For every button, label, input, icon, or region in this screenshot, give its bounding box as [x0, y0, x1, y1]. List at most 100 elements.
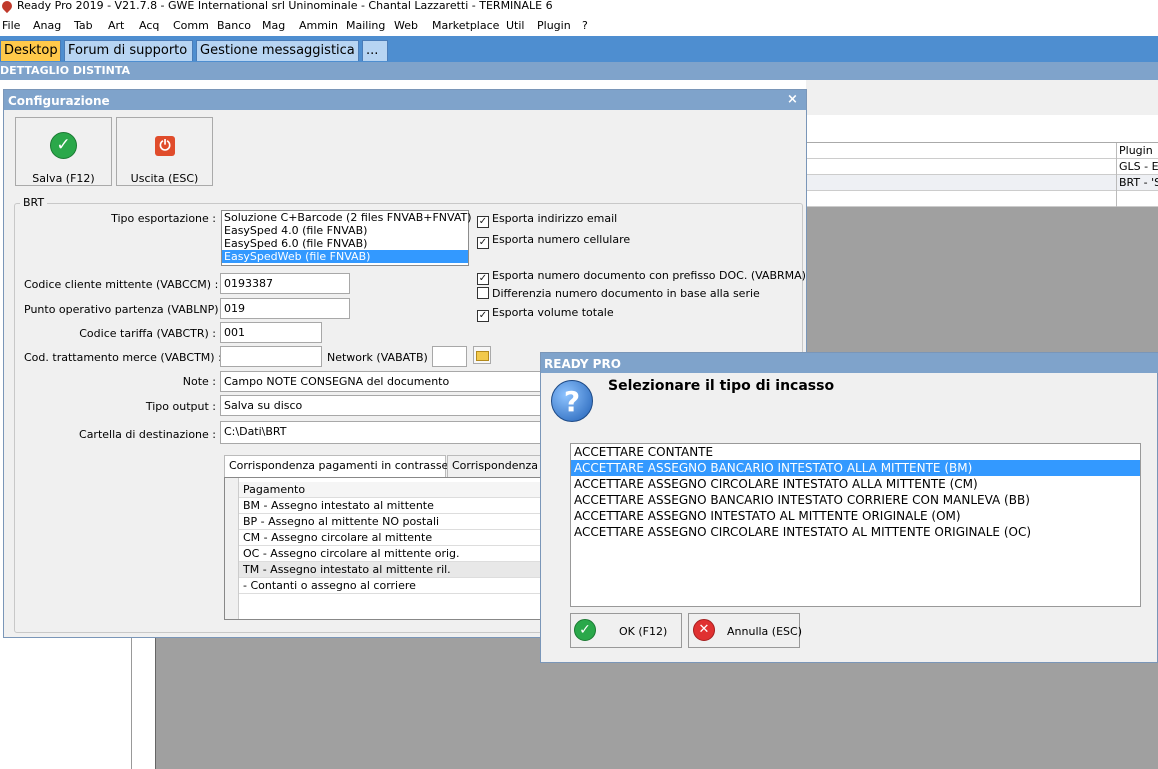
checkbox-cellulare[interactable]: ✓ Esporta numero cellulare	[477, 233, 630, 249]
save-label: Salva (F12)	[32, 172, 95, 185]
field-label: Cartella di destinazione :	[79, 428, 216, 441]
checkbox-email[interactable]: ✓ Esporta indirizzo email	[477, 212, 617, 228]
tab-contrassegno[interactable]: Corrispondenza pagamenti in contrassegno	[224, 455, 469, 477]
table-row[interactable]	[806, 191, 1158, 207]
list-item[interactable]: ACCETTARE CONTANTE	[571, 444, 1140, 460]
table-row[interactable]: OC - Assegno circolare al mittente orig.	[239, 546, 543, 562]
menu-banco[interactable]: Banco	[217, 19, 251, 32]
title-bar: Ready Pro 2019 - V21.7.8 - GWE Internati…	[0, 0, 1158, 17]
tab-strip: Desktop Forum di supporto Gestione messa…	[0, 36, 1158, 62]
row-indicator-column	[225, 478, 239, 619]
menu-marketplace[interactable]: Marketplace	[432, 19, 499, 32]
trattamento-merce-input[interactable]	[220, 346, 322, 367]
cartella-input[interactable]: C:\Dati\BRT	[220, 421, 550, 444]
table-row[interactable]: BRT - 'S	[806, 175, 1158, 191]
tab-forum[interactable]: Forum di supporto	[64, 40, 193, 61]
table-row[interactable]: BP - Assegno al mittente NO postali	[239, 514, 543, 530]
tab-desktop[interactable]: Desktop	[0, 40, 61, 61]
dialog-title: READY PRO	[544, 357, 621, 371]
network-input[interactable]	[432, 346, 467, 367]
list-item-selected[interactable]: EasySpedWeb (file FNVAB)	[222, 250, 468, 263]
divider	[131, 637, 132, 769]
field-label: Codice cliente mittente (VABCCM) :	[24, 278, 219, 291]
table-row[interactable]: CM - Assegno circolare al mittente	[239, 530, 543, 546]
menu-mag[interactable]: Mag	[262, 19, 285, 32]
menu-bar: File Anag Tab Art Acq Comm Banco Mag Amm…	[0, 17, 1158, 35]
dialog-heading: Selezionare il tipo di incasso	[608, 378, 835, 394]
checkbox-icon: ✓	[477, 216, 489, 228]
menu-util[interactable]: Util	[506, 19, 524, 32]
tab-nazioni[interactable]: Corrispondenza na	[447, 455, 555, 477]
checkbox-label: Esporta volume totale	[492, 306, 614, 319]
checkbox-volume[interactable]: ✓ Esporta volume totale	[477, 306, 614, 322]
field-label: Tipo output :	[145, 400, 216, 413]
field-label: Punto operativo partenza (VABLNP) :	[24, 303, 226, 316]
table-row: Plugin	[806, 143, 1158, 159]
field-label: Codice tariffa (VABCTR) :	[79, 327, 216, 340]
checkbox-icon: ✓	[477, 273, 489, 285]
check-icon: ✓	[50, 132, 77, 159]
menu-help[interactable]: ?	[582, 19, 588, 32]
exit-label: Uscita (ESC)	[130, 172, 199, 185]
dialog-title-bar: READY PRO	[541, 353, 1158, 373]
ok-label: OK (F12)	[619, 625, 668, 638]
list-item[interactable]: EasySped 6.0 (file FNVAB)	[222, 237, 468, 250]
tab-more[interactable]: ...	[362, 40, 388, 61]
checkbox-icon	[477, 287, 489, 299]
list-item-selected[interactable]: ACCETTARE ASSEGNO BANCARIO INTESTATO ALL…	[571, 460, 1140, 476]
checkbox-serie[interactable]: Differenzia numero documento in base all…	[477, 287, 760, 300]
checkbox-label: Esporta numero cellulare	[492, 233, 631, 246]
section-header: DETTAGLIO DISTINTA	[0, 62, 1158, 80]
exit-button[interactable]: ⏻ Uscita (ESC)	[116, 117, 213, 186]
plugin-table: Plugin GLS - Es BRT - 'S	[806, 143, 1158, 207]
menu-web[interactable]: Web	[394, 19, 418, 32]
checkbox-icon: ✓	[477, 310, 489, 322]
tipo-output-select[interactable]: Salva su disco	[220, 395, 550, 416]
export-type-label: Tipo esportazione :	[111, 212, 216, 225]
list-item[interactable]: EasySped 4.0 (file FNVAB)	[222, 224, 468, 237]
codice-tariffa-input[interactable]: 001	[220, 322, 322, 343]
table-row[interactable]: GLS - Es	[806, 159, 1158, 175]
menu-acq[interactable]: Acq	[139, 19, 159, 32]
power-icon: ⏻	[155, 136, 175, 156]
plugin-header: Plugin	[1119, 144, 1153, 157]
app-icon	[0, 0, 15, 14]
checkbox-label: Esporta numero documento con prefisso DO…	[492, 269, 806, 282]
ok-button[interactable]: ✓ OK (F12)	[570, 613, 682, 648]
section-title: DETTAGLIO DISTINTA	[0, 64, 130, 77]
field-label: Note :	[182, 375, 216, 388]
list-item[interactable]: ACCETTARE ASSEGNO BANCARIO INTESTATO COR…	[571, 492, 1140, 508]
table-row[interactable]: TM - Assegno intestato al mittente ril.	[239, 562, 543, 578]
close-icon[interactable]: ×	[787, 92, 798, 107]
window-title: Ready Pro 2019 - V21.7.8 - GWE Internati…	[17, 0, 553, 12]
payment-grid: Pagamento BM - Assegno intestato al mitt…	[224, 477, 544, 620]
list-item[interactable]: ACCETTARE ASSEGNO CIRCOLARE INTESTATO AL…	[571, 476, 1140, 492]
menu-mailing[interactable]: Mailing	[346, 19, 385, 32]
list-item[interactable]: Soluzione C+Barcode (2 files FNVAB+FNVAT…	[222, 211, 472, 224]
config-title-bar: Configurazione ×	[4, 90, 806, 110]
menu-plugin[interactable]: Plugin	[537, 19, 571, 32]
note-input[interactable]: Campo NOTE CONSEGNA del documento	[220, 371, 550, 392]
menu-ammin[interactable]: Ammin	[299, 19, 338, 32]
save-button[interactable]: ✓ Salva (F12)	[15, 117, 112, 186]
list-item[interactable]: ACCETTARE ASSEGNO INTESTATO AL MITTENTE …	[571, 508, 1140, 524]
table-row[interactable]: BM - Assegno intestato al mittente	[239, 498, 543, 514]
table-row[interactable]: - Contanti o assegno al corriere	[239, 578, 543, 594]
checkbox-vabrma[interactable]: ✓ Esporta numero documento con prefisso D…	[477, 269, 806, 285]
list-item[interactable]: ACCETTARE ASSEGNO CIRCOLARE INTESTATO AL…	[571, 524, 1140, 540]
menu-tab[interactable]: Tab	[74, 19, 93, 32]
export-type-list[interactable]: Soluzione C+Barcode (2 files FNVAB+FNVAT…	[221, 210, 472, 266]
punto-operativo-input[interactable]: 019	[220, 298, 350, 319]
menu-anag[interactable]: Anag	[33, 19, 61, 32]
codice-cliente-input[interactable]: 0193387	[220, 273, 350, 294]
menu-comm[interactable]: Comm	[173, 19, 209, 32]
menu-file[interactable]: File	[2, 19, 20, 32]
checkbox-label: Differenzia numero documento in base all…	[492, 287, 760, 300]
payment-options-list[interactable]: ACCETTARE CONTANTE ACCETTARE ASSEGNO BAN…	[570, 443, 1141, 607]
cancel-button[interactable]: ✕ Annulla (ESC)	[688, 613, 802, 648]
plugin-cell: BRT - 'S	[1119, 176, 1158, 189]
group-label: BRT	[20, 196, 48, 209]
menu-art[interactable]: Art	[108, 19, 124, 32]
tab-messaggistica[interactable]: Gestione messaggistica	[196, 40, 359, 61]
folder-icon[interactable]	[473, 346, 491, 364]
